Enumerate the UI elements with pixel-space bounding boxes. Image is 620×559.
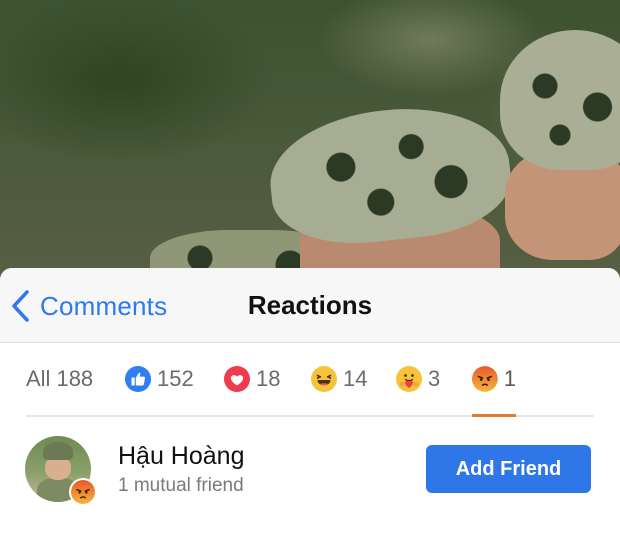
tab-angry[interactable]: 1 — [472, 343, 516, 417]
angry-icon — [71, 480, 95, 504]
list-item[interactable]: Hậu Hoàng 1 mutual friend Add Friend — [0, 430, 620, 522]
love-icon — [224, 366, 250, 392]
tab-like[interactable]: 152 — [125, 343, 194, 415]
tab-all-count: 188 — [56, 366, 94, 391]
tab-haha-count: 14 — [343, 366, 368, 391]
angry-icon — [472, 366, 498, 392]
tab-love-count: 18 — [256, 366, 281, 391]
page-title: Reactions — [247, 290, 373, 320]
tab-haha[interactable]: 14 — [311, 343, 367, 415]
reactions-sheet: Comments Reactions All 188 152 18 14 3 1… — [0, 268, 620, 559]
background-photo — [0, 0, 620, 300]
active-tab-indicator — [472, 414, 516, 417]
avatar[interactable] — [25, 436, 97, 506]
care-icon — [396, 366, 422, 392]
photo-figure — [500, 30, 620, 170]
person-name[interactable]: Hậu Hoàng — [118, 442, 244, 471]
tab-care[interactable]: 3 — [396, 343, 440, 415]
reaction-tabs: All 188 152 18 14 3 1 — [26, 343, 594, 417]
tab-all[interactable]: All 188 — [26, 343, 93, 415]
reaction-badge — [69, 478, 97, 506]
tab-all-label: All — [26, 366, 51, 391]
navigation-bar: Comments Reactions — [0, 268, 620, 343]
like-icon — [125, 366, 151, 392]
avatar-photo — [43, 442, 73, 460]
tab-angry-count: 1 — [503, 366, 516, 391]
add-friend-button[interactable]: Add Friend — [426, 445, 591, 493]
tab-love[interactable]: 18 — [224, 343, 280, 415]
tab-care-count: 3 — [428, 366, 441, 391]
tab-like-count: 152 — [157, 366, 194, 391]
haha-icon — [311, 366, 337, 392]
mutual-friends-text: 1 mutual friend — [118, 475, 244, 496]
